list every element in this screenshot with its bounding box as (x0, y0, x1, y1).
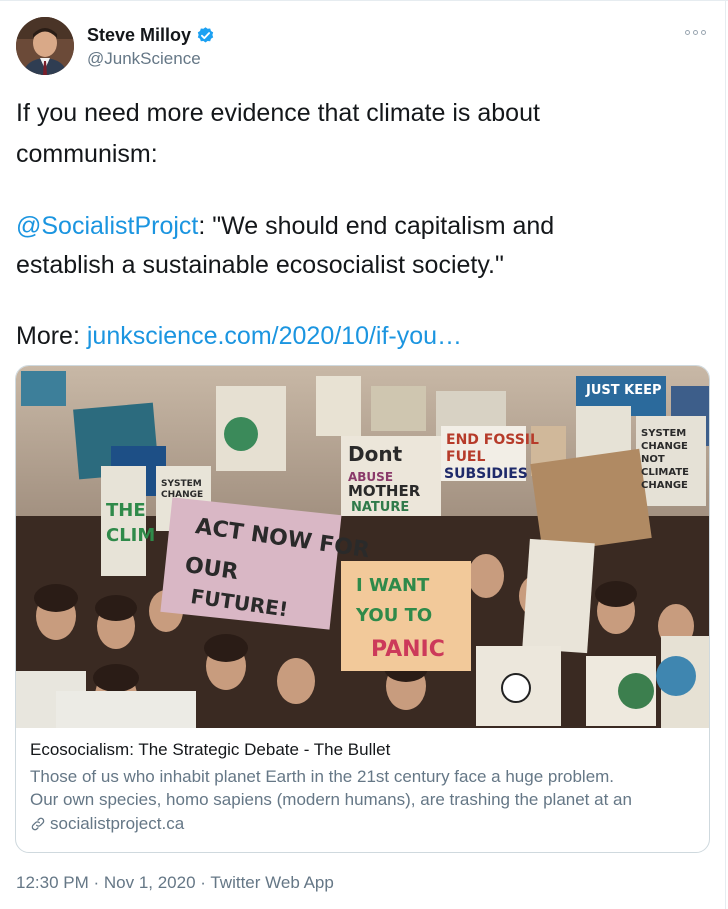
verified-badge-icon (196, 26, 215, 45)
author-name[interactable]: Steve Milloy (87, 25, 191, 46)
link-preview-card[interactable]: ACT NOW FOR OUR FUTURE! Dont ABUSE MOTHE… (15, 365, 710, 853)
tweet-timestamp[interactable]: 12:30 PM · Nov 1, 2020 · Twitter Web App (16, 873, 334, 893)
svg-text:Dont: Dont (348, 442, 403, 466)
svg-text:CLIM: CLIM (106, 525, 155, 546)
tweet-text-line-1: If you need more evidence that climate i… (16, 99, 540, 127)
tweet-more-line: More: junkscience.com/2020/10/if-you… (16, 320, 462, 353)
card-description-line-1: Those of us who inhabit planet Earth in … (30, 767, 615, 786)
article-url-link[interactable]: junkscience.com/2020/10/if-you… (87, 322, 462, 350)
card-domain[interactable]: socialistproject.ca (30, 813, 699, 835)
svg-text:YOU TO: YOU TO (355, 605, 432, 626)
card-description-line-2: Our own species, homo sapiens (modern hu… (30, 790, 632, 809)
svg-text:SYSTEM: SYSTEM (641, 428, 686, 439)
svg-text:NATURE: NATURE (351, 500, 409, 515)
svg-text:PANIC: PANIC (371, 637, 445, 662)
card-domain-text: socialistproject.ca (50, 814, 185, 833)
right-border (725, 0, 726, 909)
svg-text:THE: THE (106, 500, 146, 521)
svg-text:I WANT: I WANT (356, 575, 430, 596)
svg-text:CLIMATE: CLIMATE (641, 467, 689, 478)
more-options-icon[interactable] (682, 24, 708, 40)
quote-text-1: : "We should end capitalism and (198, 212, 555, 240)
avatar-portrait (16, 17, 74, 75)
card-body: Ecosocialism: The Strategic Debate - The… (30, 739, 699, 835)
avatar[interactable] (16, 17, 74, 75)
card-description: Those of us who inhabit planet Earth in … (30, 765, 699, 811)
svg-text:NOT: NOT (641, 454, 665, 465)
svg-text:JUST KEEP: JUST KEEP (585, 383, 662, 398)
link-icon (31, 817, 45, 831)
svg-text:END FOSSIL: END FOSSIL (446, 432, 539, 448)
card-image-protest-crowd: ACT NOW FOR OUR FUTURE! Dont ABUSE MOTHE… (16, 366, 709, 728)
author-handle[interactable]: @JunkScience (87, 49, 201, 69)
top-divider (0, 0, 728, 1)
card-title[interactable]: Ecosocialism: The Strategic Debate - The… (30, 739, 699, 761)
svg-text:MOTHER: MOTHER (348, 482, 421, 500)
svg-text:SYSTEM: SYSTEM (161, 479, 202, 489)
tweet-quote-line-2: establish a sustainable ecosocialist soc… (16, 251, 504, 279)
svg-text:SUBSIDIES: SUBSIDIES (444, 466, 528, 482)
more-label: More: (16, 322, 87, 350)
svg-text:CHANGE: CHANGE (641, 480, 688, 491)
svg-text:FUEL: FUEL (446, 449, 485, 465)
tweet-text-line-2: communism: (16, 140, 158, 168)
mention-link[interactable]: @SocialistProjct (16, 212, 198, 240)
author-name-row[interactable]: Steve Milloy (87, 25, 215, 46)
tweet-quote-line-1: @SocialistProjct: "We should end capital… (16, 210, 554, 243)
svg-text:CHANGE: CHANGE (641, 441, 688, 452)
svg-text:CHANGE: CHANGE (161, 490, 203, 500)
